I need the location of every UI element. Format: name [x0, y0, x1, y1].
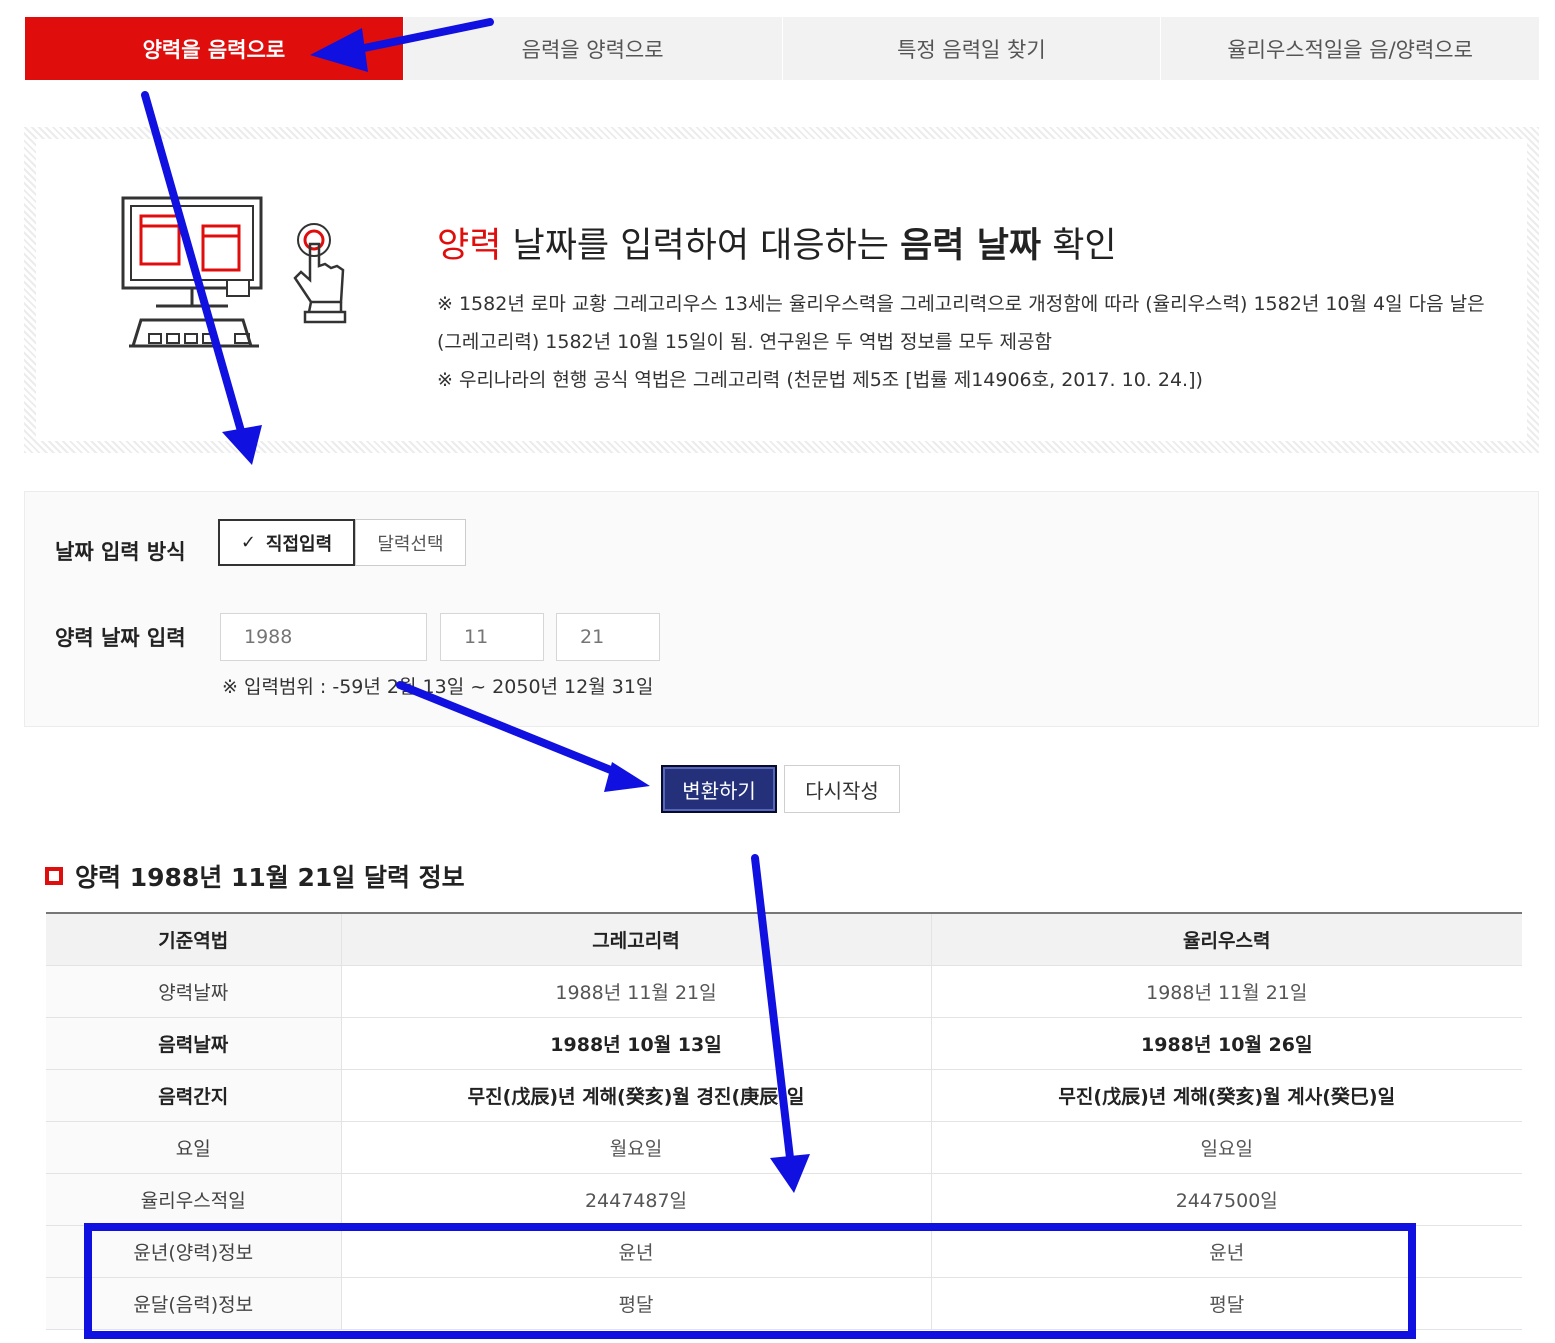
- tab-find-lunar-date[interactable]: 특정 음력일 찾기: [782, 17, 1162, 80]
- header-basis: 기준역법: [46, 912, 341, 966]
- julian-value: 2447500일: [930, 1173, 1522, 1226]
- result-title: 양력 1988년 11월 21일 달력 정보: [45, 858, 465, 894]
- intro-notes: ※ 1582년 로마 교황 그레고리우스 13세는 율리우스력을 그레고리력으로…: [437, 285, 1507, 399]
- table-row: 윤년(양력)정보 윤년 윤년: [46, 1225, 1522, 1278]
- table-row: 음력간지 무진(戊辰)년 계해(癸亥)월 경진(庚辰)일 무진(戊辰)년 계해(…: [46, 1069, 1522, 1122]
- computer-click-illustration-icon: [121, 196, 347, 348]
- row-label: 율리우스적일: [46, 1173, 341, 1226]
- table-row: 윤달(음력)정보 평달 평달: [46, 1277, 1522, 1330]
- row-label: 음력간지: [46, 1069, 341, 1122]
- direct-input-toggle[interactable]: ✓ 직접입력: [218, 519, 355, 566]
- day-input[interactable]: [556, 613, 660, 661]
- julian-value: 1988년 11월 21일: [930, 965, 1522, 1018]
- table-row: 음력날짜 1988년 10월 13일 1988년 10월 26일: [46, 1017, 1522, 1070]
- gregorian-value: 무진(戊辰)년 계해(癸亥)월 경진(庚辰)일: [340, 1069, 931, 1122]
- julian-value: 일요일: [930, 1121, 1522, 1174]
- gregorian-value: 윤년: [340, 1225, 931, 1278]
- gregorian-value: 월요일: [340, 1121, 931, 1174]
- header-julian: 율리우스력: [930, 912, 1522, 966]
- input-range-note: ※ 입력범위 : -59년 2월 13일 ~ 2050년 12월 31일: [222, 676, 654, 698]
- gregorian-value: 2447487일: [340, 1173, 931, 1226]
- table-row: 요일 월요일 일요일: [46, 1121, 1522, 1174]
- table-row: 양력날짜 1988년 11월 21일 1988년 11월 21일: [46, 965, 1522, 1018]
- tab-lunar-to-solar[interactable]: 음력을 양력으로: [403, 17, 783, 80]
- row-label: 양력날짜: [46, 965, 341, 1018]
- gregorian-value: 평달: [340, 1277, 931, 1330]
- calendar-select-label: 달력선택: [377, 533, 444, 555]
- direct-input-label: 직접입력: [265, 533, 333, 555]
- tab-julian-day[interactable]: 율리우스적일을 음/양력으로: [1161, 17, 1539, 80]
- julian-value: 평달: [930, 1277, 1522, 1330]
- check-icon: ✓: [240, 532, 256, 553]
- intro-box: 양력 날짜를 입력하여 대응하는 음력 날짜 확인 ※ 1582년 로마 교황 …: [24, 127, 1539, 453]
- input-method-label: 날짜 입력 방식: [55, 540, 186, 564]
- reset-button[interactable]: 다시작성: [784, 765, 900, 813]
- tab-solar-to-lunar[interactable]: 양력을 음력으로: [25, 17, 404, 80]
- row-label: 음력날짜: [46, 1017, 341, 1070]
- intro-headline: 양력 날짜를 입력하여 대응하는 음력 날짜 확인: [437, 226, 1117, 266]
- header-gregorian: 그레고리력: [340, 912, 931, 966]
- date-input-form: 날짜 입력 방식 ✓ 직접입력 달력선택 양력 날짜 입력 ※ 입력범위 : -…: [24, 491, 1539, 727]
- gregorian-value: 1988년 10월 13일: [340, 1017, 931, 1070]
- intro-note-gregorian-reform: ※ 1582년 로마 교황 그레고리우스 13세는 율리우스력을 그레고리력으로…: [437, 293, 1485, 353]
- convert-button[interactable]: 변환하기: [661, 765, 777, 813]
- julian-value: 윤년: [930, 1225, 1522, 1278]
- result-table: 기준역법 그레고리력 율리우스력 양력날짜 1988년 11월 21일 1988…: [46, 912, 1522, 1330]
- square-bullet-icon: [45, 867, 63, 885]
- calendar-select-toggle[interactable]: 달력선택: [355, 519, 466, 566]
- year-input[interactable]: [220, 613, 427, 661]
- row-label: 요일: [46, 1121, 341, 1174]
- calendar-tabs: 양력을 음력으로 음력을 양력으로 특정 음력일 찾기 율리우스적일을 음/양력…: [25, 17, 1539, 80]
- row-label: 윤달(음력)정보: [46, 1277, 341, 1330]
- solar-date-label: 양력 날짜 입력: [55, 626, 186, 650]
- intro-note-official-calendar: ※ 우리나라의 현행 공식 역법은 그레고리력 (천문법 제5조 [법률 제14…: [437, 369, 1203, 391]
- result-title-text: 양력 1988년 11월 21일 달력 정보: [75, 863, 465, 892]
- row-label: 윤년(양력)정보: [46, 1225, 341, 1278]
- table-row: 율리우스적일 2447487일 2447500일: [46, 1173, 1522, 1226]
- table-header-row: 기준역법 그레고리력 율리우스력: [46, 912, 1522, 966]
- julian-value: 1988년 10월 26일: [930, 1017, 1522, 1070]
- julian-value: 무진(戊辰)년 계해(癸亥)월 계사(癸巳)일: [930, 1069, 1522, 1122]
- gregorian-value: 1988년 11월 21일: [340, 965, 931, 1018]
- month-input[interactable]: [440, 613, 544, 661]
